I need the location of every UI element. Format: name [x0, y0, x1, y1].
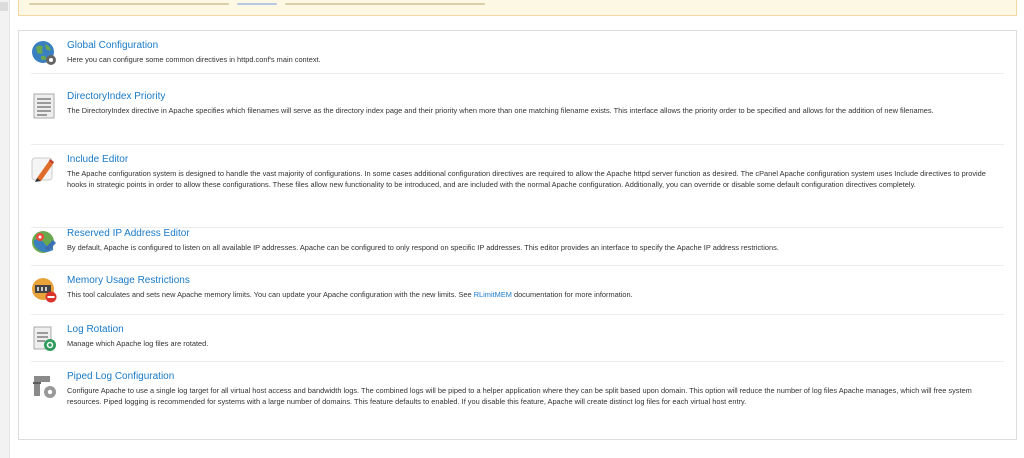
- list-item: Log Rotation Manage which Apache log fil…: [31, 314, 1004, 362]
- globe-gear-icon: [31, 40, 57, 66]
- notice-banner: [18, 0, 1017, 16]
- list-item: Global Configuration Here you can config…: [31, 31, 1004, 74]
- left-rail: [0, 0, 10, 458]
- log-rotation-description: Manage which Apache log files are rotate…: [67, 339, 209, 348]
- rlimitmem-link[interactable]: RLimitMEM: [474, 290, 512, 299]
- memory-restrict-icon: [31, 277, 57, 303]
- list-item: Memory Usage Restrictions This tool calc…: [31, 265, 1004, 315]
- apache-config-panel: Global Configuration Here you can config…: [18, 30, 1017, 440]
- list-item: Reserved IP Address Editor By default, A…: [31, 227, 1004, 266]
- include-editor-link[interactable]: Include Editor: [67, 154, 1004, 166]
- global-configuration-description: Here you can configure some common direc…: [67, 55, 321, 64]
- memory-usage-restrictions-description: This tool calculates and sets new Apache…: [67, 290, 633, 299]
- map-pin-edit-icon: [31, 230, 57, 256]
- directoryindex-priority-description: The DirectoryIndex directive in Apache s…: [67, 106, 934, 115]
- log-rotation-link[interactable]: Log Rotation: [67, 324, 1004, 336]
- list-item: Include Editor The Apache configuration …: [31, 144, 1004, 228]
- global-configuration-link[interactable]: Global Configuration: [67, 40, 1004, 52]
- piped-log-configuration-link[interactable]: Piped Log Configuration: [67, 371, 1004, 383]
- list-document-icon: [31, 93, 57, 119]
- list-item: DirectoryIndex Priority The DirectoryInd…: [31, 73, 1004, 145]
- directoryindex-priority-link[interactable]: DirectoryIndex Priority: [67, 91, 1004, 103]
- pencil-edit-icon: [31, 156, 57, 182]
- pipe-gear-icon: [31, 373, 57, 399]
- reserved-ip-address-editor-link[interactable]: Reserved IP Address Editor: [67, 228, 1004, 240]
- reserved-ip-address-editor-description: By default, Apache is configured to list…: [67, 243, 779, 252]
- rail-tab[interactable]: [0, 2, 8, 11]
- memory-usage-restrictions-link[interactable]: Memory Usage Restrictions: [67, 275, 1004, 287]
- list-item: Piped Log Configuration Configure Apache…: [31, 361, 1004, 439]
- log-rotate-icon: [31, 326, 57, 352]
- piped-log-configuration-description: Configure Apache to use a single log tar…: [67, 386, 972, 406]
- include-editor-description: The Apache configuration system is desig…: [67, 169, 986, 189]
